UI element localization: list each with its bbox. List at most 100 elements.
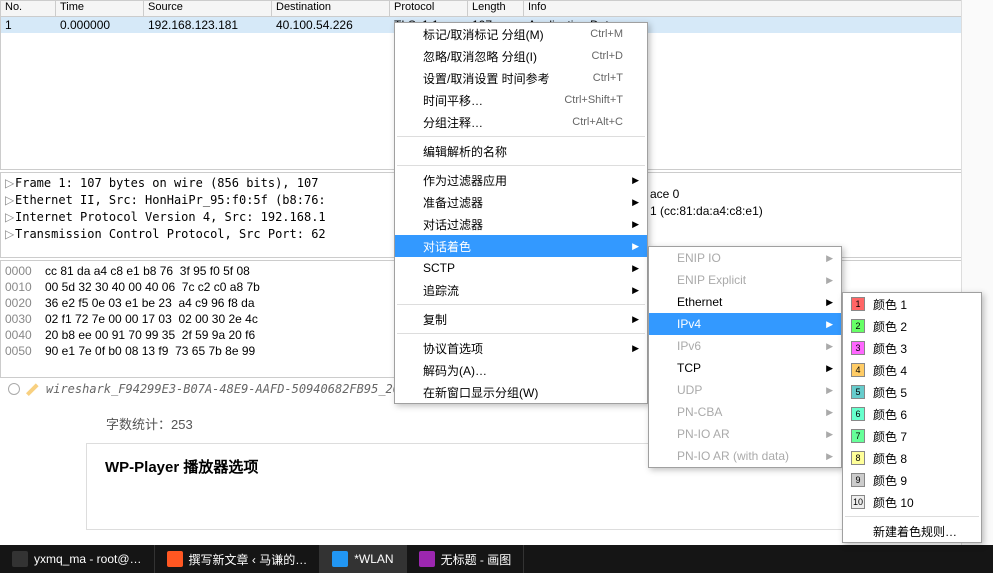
color-swatch-icon: 3 [851,341,865,355]
menu-item[interactable]: 对话过滤器▶ [395,213,647,235]
menu-item[interactable]: PN-CBA ▶ [649,401,841,423]
submenu-arrow-icon: ▶ [826,297,833,308]
menu-item[interactable]: 协议首选项 ▶ [395,337,647,359]
menu-label: PN-CBA [677,405,817,419]
menu-label: Ethernet [677,295,817,309]
col-source[interactable]: Source [144,1,272,16]
capture-status-icon [8,383,20,395]
submenu-arrow-icon: ▶ [826,363,833,374]
hex-offset: 0020 [5,295,45,311]
color-swatch-icon: 5 [851,385,865,399]
expand-icon[interactable]: ▷ [5,209,15,226]
color-label: 颜色 6 [873,406,907,423]
status-bar: wireshark_F94299E3-B07A-48E9-AAFD-509406… [0,378,422,400]
col-protocol[interactable]: Protocol [390,1,468,16]
menu-separator [397,165,645,166]
menu-item[interactable]: 准备过滤器▶ [395,191,647,213]
menu-label: 编辑解析的名称 [423,143,623,160]
color-menu-item[interactable]: 7颜色 7 [843,425,981,447]
menu-item[interactable]: 对话着色▶ [395,235,647,257]
menu-item[interactable]: SCTP▶ [395,257,647,279]
col-time[interactable]: Time [56,1,144,16]
menu-item[interactable]: 追踪流▶ [395,279,647,301]
edit-icon [26,382,40,396]
menu-shortcut: Ctrl+Shift+T [564,94,623,106]
menu-item[interactable]: 编辑解析的名称 [395,140,647,162]
col-no[interactable]: No. [1,1,56,16]
color-swatch-icon: 1 [851,297,865,311]
color-label: 颜色 9 [873,472,907,489]
menu-label: 对话过滤器 [423,216,623,233]
menu-label: 设置/取消设置 时间参考 [423,70,593,87]
hex-offset: 0010 [5,279,45,295]
new-color-rule[interactable]: 新建着色规则… [843,520,981,542]
menu-item[interactable]: ENIP Explicit▶ [649,269,841,291]
menu-item[interactable]: IPv4▶ [649,313,841,335]
color-menu-item[interactable]: 9 颜色 9 [843,469,981,491]
menu-label: 忽略/取消忽略 分组(I) [423,48,592,65]
color-menu-item[interactable]: 1 颜色 1 [843,293,981,315]
menu-item[interactable]: PN-IO AR (with data)▶ [649,445,841,467]
menu-label: 作为过滤器应用 [423,172,623,189]
submenu-arrow-icon: ▶ [826,407,833,418]
color-label: 颜色 1 [873,296,907,313]
details-overflow: ace 0 1 (cc:81:da:a4:c8:e1) [650,186,763,220]
menu-item[interactable]: Ethernet ▶ [649,291,841,313]
menu-item[interactable]: 解码为(A)… [395,359,647,381]
expand-icon[interactable]: ▷ [5,192,15,209]
color-menu-item[interactable]: 4颜色 4 [843,359,981,381]
taskbar-app-icon [419,551,435,567]
menu-item[interactable]: 在新窗口显示分组(W) [395,381,647,403]
menu-item[interactable]: 标记/取消标记 分组(M)Ctrl+M [395,23,647,45]
color-menu-item[interactable]: 3颜色 3 [843,337,981,359]
color-menu-item[interactable]: 6 颜色 6 [843,403,981,425]
color-label: 颜色 10 [873,494,914,511]
expand-icon[interactable]: ▷ [5,226,15,243]
menu-item[interactable]: PN-IO AR ▶ [649,423,841,445]
menu-label: 协议首选项 [423,340,623,357]
cell-destination: 40.100.54.226 [272,18,390,32]
color-menu-item[interactable]: 10颜色 10 [843,491,981,513]
menu-shortcut: Ctrl+M [590,28,623,40]
menu-label: PN-IO AR (with data) [677,449,819,463]
col-info[interactable]: Info [524,1,992,16]
submenu-arrow-icon: ▶ [826,429,833,440]
menu-item[interactable]: 忽略/取消忽略 分组(I)Ctrl+D [395,45,647,67]
menu-item[interactable]: 设置/取消设置 时间参考Ctrl+T [395,67,647,89]
color-label: 颜色 7 [873,428,907,445]
color-menu-item[interactable]: 8颜色 8 [843,447,981,469]
colorize-submenu: ENIP IO▶ENIP Explicit▶ Ethernet ▶ IPv4▶IPv6… [648,246,842,468]
taskbar-app-icon [12,551,28,567]
menu-label: 准备过滤器 [423,194,623,211]
menu-item[interactable]: 时间平移…Ctrl+Shift+T [395,89,647,111]
taskbar-item[interactable]: 撰写新文章 ‹ 马谦的… [155,545,321,573]
menu-label: 分组注释… [423,114,572,131]
menu-label: 对话着色 [423,238,623,255]
taskbar-item[interactable]: yxmq_ma - root@… [0,545,155,573]
menu-item[interactable]: 分组注释…Ctrl+Alt+C [395,111,647,133]
menu-item[interactable]: ENIP IO▶ [649,247,841,269]
taskbar-item[interactable]: 无标题 - 画图 [407,545,525,573]
context-menu: 标记/取消标记 分组(M)Ctrl+M忽略/取消忽略 分组(I)Ctrl+D设置… [394,22,648,404]
taskbar-label: *WLAN [354,552,393,566]
submenu-arrow-icon: ▶ [632,175,639,186]
menu-item[interactable]: 作为过滤器应用 ▶ [395,169,647,191]
color-label: 颜色 8 [873,450,907,467]
col-destination[interactable]: Destination [272,1,390,16]
taskbar: yxmq_ma - root@…撰写新文章 ‹ 马谦的… *WLAN 无标题 - 画… [0,545,993,573]
submenu-arrow-icon: ▶ [632,343,639,354]
menu-label: PN-IO AR [677,427,817,441]
expand-icon[interactable]: ▷ [5,175,15,192]
menu-item[interactable]: TCP▶ [649,357,841,379]
color-swatch-icon: 9 [851,473,865,487]
submenu-arrow-icon: ▶ [826,275,833,286]
col-length[interactable]: Length [468,1,524,16]
menu-label: 追踪流 [423,282,623,299]
menu-item[interactable]: 复制▶ [395,308,647,330]
taskbar-item[interactable]: *WLAN [320,545,406,573]
menu-item[interactable]: UDP▶ [649,379,841,401]
menu-item[interactable]: IPv6▶ [649,335,841,357]
color-swatch-icon: 6 [851,407,865,421]
color-menu-item[interactable]: 2颜色 2 [843,315,981,337]
color-menu-item[interactable]: 5颜色 5 [843,381,981,403]
